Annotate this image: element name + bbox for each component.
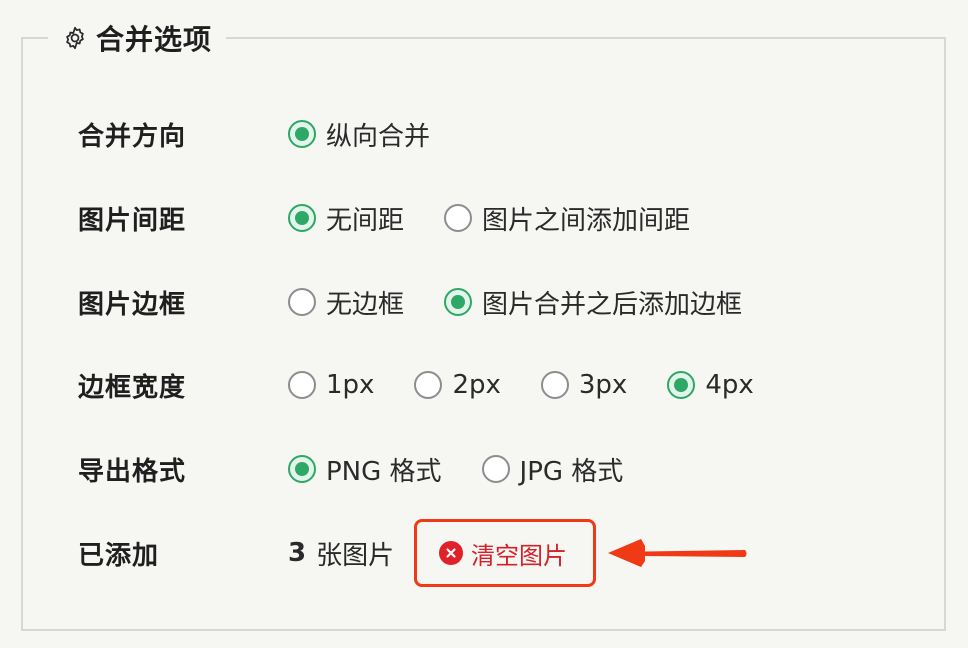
radio-label: 无间距: [326, 205, 405, 236]
radio-indicator[interactable]: [414, 371, 443, 399]
radio-label: 图片之间添加间距: [482, 205, 691, 236]
radio-label: 无边框: [326, 289, 405, 320]
section-legend: 合并选项: [48, 18, 227, 58]
row-border-width: 边框宽度 1px 2px 3px 4px: [78, 363, 938, 407]
radio-border-3px[interactable]: 3px: [540, 370, 628, 400]
radio-border-4px[interactable]: 4px: [667, 370, 754, 400]
radio-indicator-checked[interactable]: [667, 371, 696, 399]
added-label: 已添加: [78, 540, 160, 571]
image-spacing-label: 图片间距: [78, 205, 187, 236]
image-border-options: 无边框 图片合并之后添加边框: [288, 284, 782, 321]
image-count: 3 张图片: [288, 535, 394, 572]
radio-indicator[interactable]: [540, 371, 569, 399]
border-width-label: 边框宽度: [78, 372, 187, 403]
merge-direction-label: 合并方向: [78, 121, 187, 152]
row-export-format: 导出格式 PNG 格式 JPG 格式: [78, 447, 938, 491]
radio-label: 4px: [705, 370, 754, 400]
merge-direction-options: 纵向合并: [288, 116, 470, 153]
image-count-number: 3: [288, 538, 307, 568]
image-spacing-options: 无间距 图片之间添加间距: [288, 200, 730, 237]
export-format-label: 导出格式: [78, 456, 187, 487]
radio-indicator-checked[interactable]: [288, 455, 316, 483]
gear-icon: [62, 25, 88, 51]
radio-label: 图片合并之后添加边框: [482, 289, 743, 320]
radio-label: 纵向合并: [326, 121, 431, 152]
radio-add-border[interactable]: 图片合并之后添加边框: [444, 284, 742, 321]
image-border-label: 图片边框: [78, 289, 187, 320]
radio-label: 3px: [578, 370, 628, 400]
section-title: 合并选项: [96, 23, 213, 56]
radio-indicator-checked[interactable]: [288, 120, 316, 148]
clear-images-label: 清空图片: [471, 541, 567, 570]
radio-label: PNG 格式: [326, 456, 442, 487]
radio-vertical-merge[interactable]: 纵向合并: [288, 116, 430, 153]
radio-indicator[interactable]: [444, 204, 473, 232]
close-circle-icon: [439, 541, 463, 565]
clear-images-button[interactable]: 清空图片: [414, 519, 596, 587]
radio-border-2px[interactable]: 2px: [414, 370, 501, 400]
row-merge-direction: 合并方向 纵向合并: [78, 112, 938, 156]
radio-no-spacing[interactable]: 无间距: [288, 200, 404, 237]
radio-label: 1px: [326, 370, 375, 400]
row-image-spacing: 图片间距 无间距 图片之间添加间距: [78, 196, 938, 240]
export-format-options: PNG 格式 JPG 格式: [288, 451, 663, 488]
row-image-border: 图片边框 无边框 图片合并之后添加边框: [78, 280, 938, 324]
radio-add-spacing[interactable]: 图片之间添加间距: [444, 200, 690, 237]
radio-no-border[interactable]: 无边框: [288, 284, 404, 321]
radio-indicator[interactable]: [288, 288, 316, 316]
radio-jpg-format[interactable]: JPG 格式: [481, 451, 624, 488]
radio-indicator[interactable]: [481, 455, 510, 483]
radio-label: JPG 格式: [519, 456, 624, 487]
radio-label: 2px: [452, 370, 501, 400]
border-width-options: 1px 2px 3px 4px: [288, 370, 794, 400]
radio-indicator-checked[interactable]: [444, 288, 473, 316]
image-count-unit: 张图片: [316, 540, 395, 571]
radio-png-format[interactable]: PNG 格式: [288, 451, 442, 488]
radio-indicator[interactable]: [288, 371, 316, 399]
annotation-arrow-icon: [608, 539, 747, 567]
radio-indicator-checked[interactable]: [288, 204, 316, 232]
radio-border-1px[interactable]: 1px: [288, 370, 374, 400]
